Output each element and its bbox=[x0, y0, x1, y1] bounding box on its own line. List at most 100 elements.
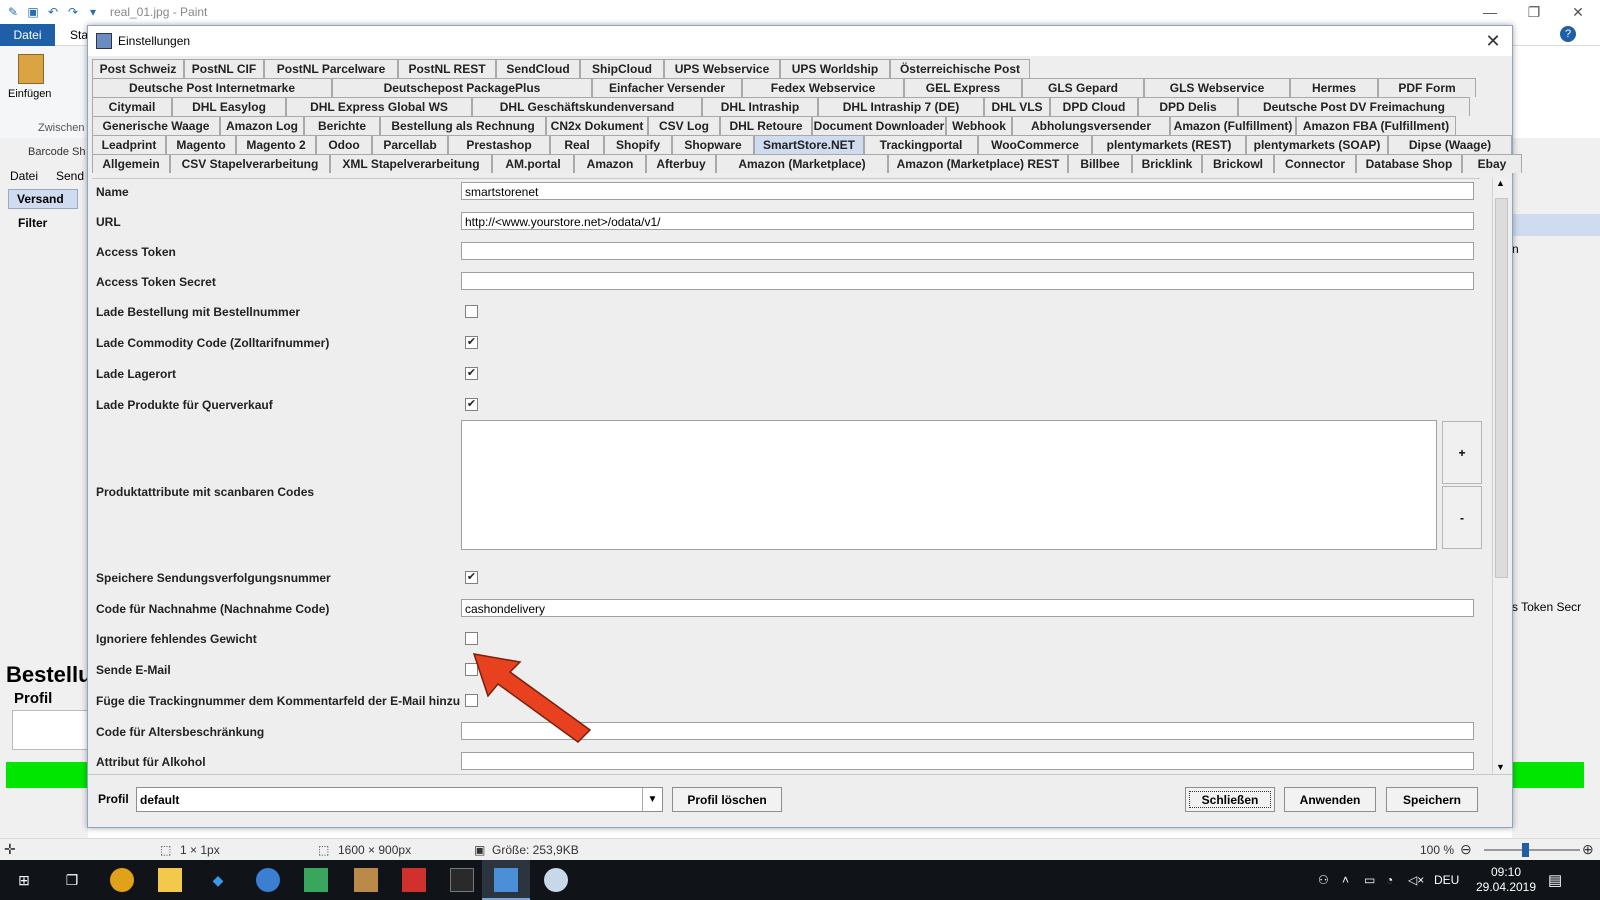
tab-webhook[interactable]: Webhook bbox=[946, 116, 1012, 135]
redo-icon[interactable]: ↷ bbox=[66, 5, 80, 19]
tab-amazon-fulfillment[interactable]: Amazon (Fulfillment) bbox=[1170, 116, 1296, 135]
access-token-input[interactable] bbox=[461, 242, 1474, 260]
scroll-up-icon[interactable]: ▲ bbox=[1496, 178, 1505, 188]
tab-shopware[interactable]: Shopware bbox=[672, 135, 754, 154]
tab-real[interactable]: Real bbox=[550, 135, 604, 154]
zoom-in-icon[interactable]: ⊕ bbox=[1582, 841, 1594, 858]
terminal-icon[interactable] bbox=[450, 868, 474, 892]
remove-attribute-button[interactable]: - bbox=[1442, 486, 1482, 549]
tab-brickowl[interactable]: Brickowl bbox=[1202, 154, 1274, 173]
profile-dropdown-chevron-icon[interactable]: ▼ bbox=[642, 788, 662, 811]
tab-ebay[interactable]: Ebay bbox=[1462, 154, 1522, 173]
tab-postnl-rest[interactable]: PostNL REST bbox=[398, 59, 496, 78]
vscode-icon[interactable]: ◆ bbox=[206, 868, 230, 892]
tab-dpd-cloud[interactable]: DPD Cloud bbox=[1050, 97, 1138, 116]
tab-cn2x-dokument[interactable]: CN2x Dokument bbox=[546, 116, 648, 135]
tab-amazon-marketplace-rest[interactable]: Amazon (Marketplace) REST bbox=[888, 154, 1068, 173]
delete-profile-button[interactable]: Profil löschen bbox=[672, 787, 782, 812]
tray-chevron-icon[interactable]: ˄ bbox=[1342, 873, 1364, 887]
tab-deutschepost-packageplus[interactable]: Deutschepost PackagePlus bbox=[332, 78, 592, 97]
load-order-checkbox[interactable] bbox=[465, 305, 478, 318]
tab-odoo[interactable]: Odoo bbox=[316, 135, 372, 154]
ribbon-tab-file[interactable]: Datei bbox=[0, 24, 55, 46]
language-indicator[interactable]: DEU bbox=[1434, 873, 1472, 887]
barcode-app-icon[interactable] bbox=[494, 868, 518, 892]
bg-tab-versand[interactable]: Versand bbox=[8, 189, 78, 209]
tab-gls-gepard[interactable]: GLS Gepard bbox=[1022, 78, 1144, 97]
tab-woocommerce[interactable]: WooCommerce bbox=[978, 135, 1092, 154]
tab-gls-webservice[interactable]: GLS Webservice bbox=[1144, 78, 1290, 97]
tab-dhl-express-global-ws[interactable]: DHL Express Global WS bbox=[286, 97, 472, 116]
bg-menu-send[interactable]: Send bbox=[56, 169, 84, 183]
tab-abholungsversender[interactable]: Abholungsversender bbox=[1012, 116, 1170, 135]
package-icon[interactable] bbox=[354, 868, 378, 892]
task-view-icon[interactable]: ❐ bbox=[60, 868, 84, 892]
tab-dpd-delis[interactable]: DPD Delis bbox=[1138, 97, 1238, 116]
save-button[interactable]: Speichern bbox=[1386, 787, 1478, 812]
undo-icon[interactable]: ↶ bbox=[46, 5, 60, 19]
chrome-icon[interactable] bbox=[110, 868, 134, 892]
tab-sendcloud[interactable]: SendCloud bbox=[496, 59, 580, 78]
save-icon[interactable]: ▣ bbox=[26, 5, 40, 19]
tab-prestashop[interactable]: Prestashop bbox=[448, 135, 550, 154]
tab-dipse-waage[interactable]: Dipse (Waage) bbox=[1388, 135, 1512, 154]
bg-menu-file[interactable]: Datei bbox=[10, 169, 38, 183]
windows-start-icon[interactable]: ⊞ bbox=[12, 868, 36, 892]
tab-dhl-retoure[interactable]: DHL Retoure bbox=[720, 116, 812, 135]
tab-amazon-log[interactable]: Amazon Log bbox=[220, 116, 304, 135]
tab-postnl-cif[interactable]: PostNL CIF bbox=[184, 59, 264, 78]
tab-bricklink[interactable]: Bricklink bbox=[1132, 154, 1202, 173]
add-attribute-button[interactable]: + bbox=[1442, 421, 1482, 484]
close-button[interactable]: Schließen bbox=[1185, 787, 1275, 812]
scroll-down-icon[interactable]: ▼ bbox=[1496, 762, 1505, 772]
age-restriction-input[interactable] bbox=[461, 722, 1474, 740]
product-attributes-list[interactable] bbox=[461, 420, 1437, 550]
tab-csv-log[interactable]: CSV Log bbox=[648, 116, 720, 135]
notepad-icon[interactable] bbox=[304, 868, 328, 892]
tab-document-downloader[interactable]: Document Downloader bbox=[812, 116, 946, 135]
pdf-reader-icon[interactable] bbox=[402, 868, 426, 892]
volume-icon[interactable]: ◁× bbox=[1408, 873, 1434, 887]
zoom-out-icon[interactable]: ⊖ bbox=[1460, 841, 1472, 858]
profile-select[interactable]: default bbox=[136, 787, 663, 812]
tab-trackingportal[interactable]: Trackingportal bbox=[864, 135, 978, 154]
teamviewer-icon[interactable] bbox=[256, 868, 280, 892]
tab-einfacher-versender[interactable]: Einfacher Versender bbox=[592, 78, 742, 97]
ignore-weight-checkbox[interactable] bbox=[465, 632, 478, 645]
help-icon[interactable]: ? bbox=[1560, 26, 1576, 42]
tab-plentymarkets-rest[interactable]: plentymarkets (REST) bbox=[1092, 135, 1246, 154]
paste-icon[interactable] bbox=[18, 54, 44, 84]
tab-deutsche-post-internetmarke[interactable]: Deutsche Post Internetmarke bbox=[92, 78, 332, 97]
cod-code-input[interactable]: cashondelivery bbox=[461, 599, 1474, 617]
access-token-secret-input[interactable] bbox=[461, 272, 1474, 290]
tab-ups-worldship[interactable]: UPS Worldship bbox=[780, 59, 890, 78]
tab-magento-2[interactable]: Magento 2 bbox=[236, 135, 316, 154]
tab-ups-webservice[interactable]: UPS Webservice bbox=[664, 59, 780, 78]
zoom-slider[interactable] bbox=[1484, 849, 1580, 851]
tab-dhl-easylog[interactable]: DHL Easylog bbox=[172, 97, 286, 116]
network-icon[interactable]: ◔ bbox=[1386, 873, 1408, 887]
ribbon-tab-start[interactable]: Sta bbox=[70, 28, 88, 42]
tab-database-shop[interactable]: Database Shop bbox=[1356, 154, 1462, 173]
tab-afterbuy[interactable]: Afterbuy bbox=[646, 154, 716, 173]
minimize-button[interactable]: — bbox=[1468, 0, 1512, 24]
tab-amazon-marketplace[interactable]: Amazon (Marketplace) bbox=[716, 154, 888, 173]
tab-am-portal[interactable]: AM.portal bbox=[492, 154, 574, 173]
save-tracking-checkbox[interactable]: ✔ bbox=[465, 571, 478, 584]
scrollbar-thumb[interactable] bbox=[1495, 198, 1508, 578]
tab-magento[interactable]: Magento bbox=[166, 135, 236, 154]
name-input[interactable]: smartstorenet bbox=[461, 182, 1474, 200]
apply-button[interactable]: Anwenden bbox=[1284, 787, 1376, 812]
zoom-slider-thumb[interactable] bbox=[1522, 843, 1529, 857]
tab-pdf-form[interactable]: PDF Form bbox=[1378, 78, 1476, 97]
tab-xml-stapelverarbeitung[interactable]: XML Stapelverarbeitung bbox=[330, 154, 492, 173]
tab-hermes[interactable]: Hermes bbox=[1290, 78, 1378, 97]
dialog-close-icon[interactable]: ✕ bbox=[1478, 26, 1508, 56]
battery-icon[interactable]: ▭ bbox=[1364, 873, 1386, 887]
cross-selling-checkbox[interactable]: ✔ bbox=[465, 398, 478, 411]
tab-shipcloud[interactable]: ShipCloud bbox=[580, 59, 664, 78]
tab-dhl-gesch-ftskundenversand[interactable]: DHL Geschäftskundenversand bbox=[472, 97, 702, 116]
tab-postnl-parcelware[interactable]: PostNL Parcelware bbox=[264, 59, 398, 78]
tab-sterreichische-post[interactable]: Österreichische Post bbox=[890, 59, 1030, 78]
tab-berichte[interactable]: Berichte bbox=[304, 116, 380, 135]
